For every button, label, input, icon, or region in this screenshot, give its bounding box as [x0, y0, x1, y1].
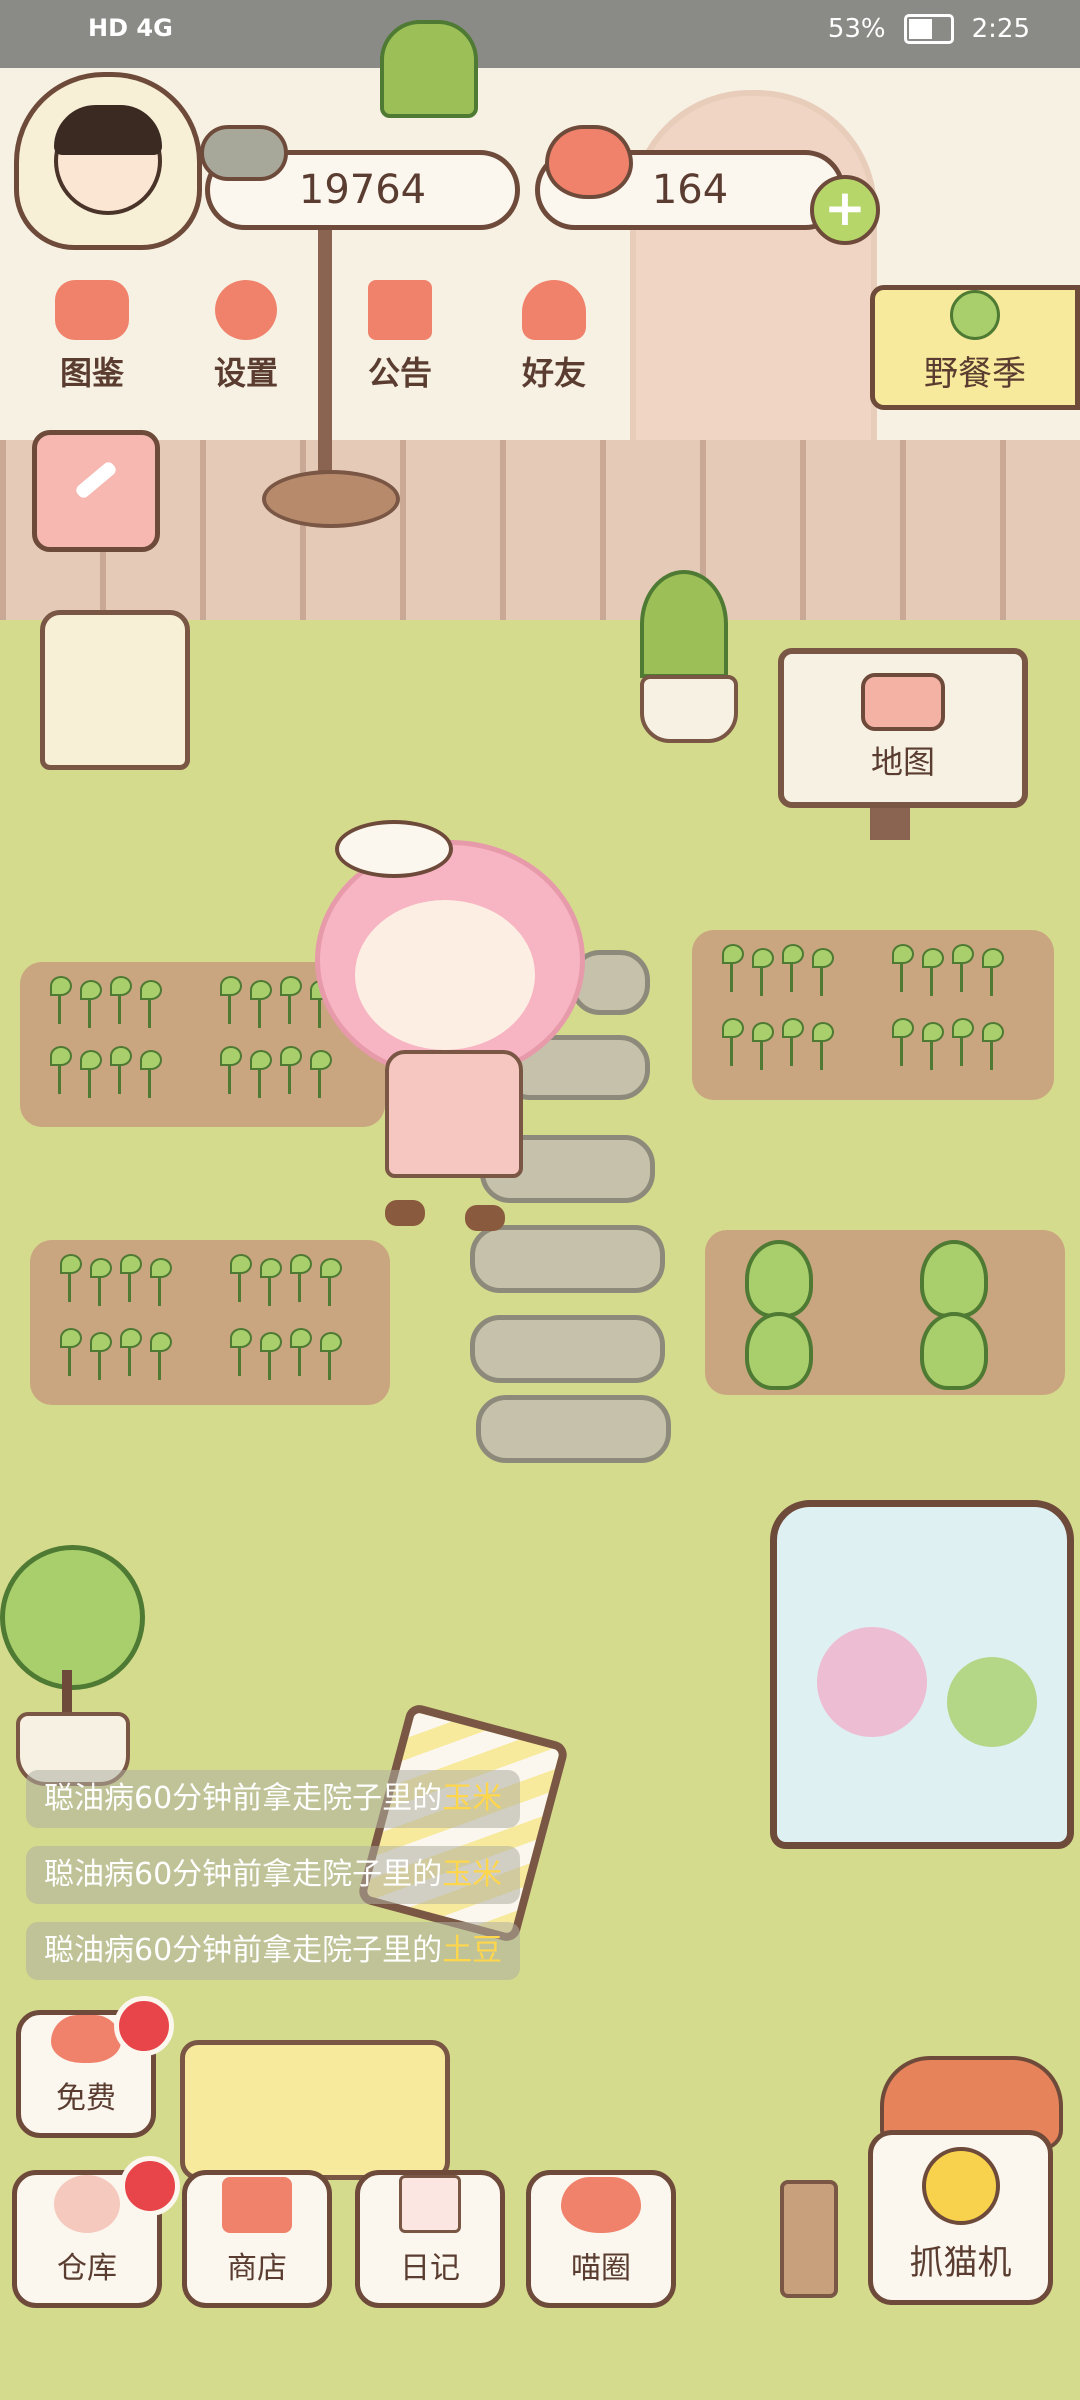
gift-icon	[368, 280, 432, 340]
top-menu: 图鉴 设置 公告 好友	[32, 280, 614, 394]
free-notification-badge	[114, 1996, 174, 2056]
birdhouse	[40, 610, 190, 770]
free-label: 免费	[56, 2081, 116, 2116]
character-shoe	[385, 1200, 425, 1226]
event-label: 野餐季	[924, 354, 1026, 394]
coat-stand-base	[262, 470, 400, 528]
menu-announcement[interactable]: 公告	[340, 280, 460, 394]
crop-bed-2[interactable]	[692, 930, 1054, 1100]
status-bar: HD 4G 53% 2:25	[0, 0, 1080, 68]
player-character[interactable]	[315, 820, 585, 1240]
fish-count: 19764	[298, 167, 427, 213]
character-shoe	[465, 1205, 505, 1231]
greenhouse-flowers	[817, 1627, 927, 1737]
heart-count: 164	[651, 167, 729, 213]
activity-message: 聪油病60分钟前拿走院子里的玉米	[26, 1846, 521, 1904]
friends-icon	[522, 280, 586, 340]
note-edit-button[interactable]	[32, 430, 160, 552]
battery-icon	[903, 14, 954, 44]
claw-icon	[921, 2147, 1000, 2225]
picnic-basket	[180, 2040, 450, 2180]
heart-gift-icon	[51, 2015, 121, 2063]
crop-bed-4[interactable]	[705, 1230, 1065, 1395]
shop-button[interactable]: 商店	[182, 2170, 332, 2308]
gear-icon	[215, 280, 277, 340]
flower-pot	[640, 675, 738, 743]
cat-book-icon	[55, 280, 129, 340]
player-avatar[interactable]	[14, 72, 202, 250]
add-hearts-button[interactable]: +	[810, 175, 880, 245]
storage-notification-badge	[120, 2156, 180, 2216]
menu-catalog[interactable]: 图鉴	[32, 280, 152, 394]
fish-icon	[200, 125, 288, 181]
stepping-stone	[476, 1395, 671, 1463]
menu-settings[interactable]: 设置	[186, 280, 306, 394]
activity-message: 聪油病60分钟前拿走院子里的土豆	[26, 1922, 521, 1980]
battery-percent: 53%	[827, 14, 886, 44]
fence-post	[780, 2180, 838, 2298]
shop-icon	[222, 2177, 292, 2233]
map-icon	[861, 673, 945, 731]
greenhouse[interactable]	[770, 1500, 1074, 1849]
storage-icon	[54, 2175, 120, 2233]
character-face	[355, 900, 535, 1050]
crop-bed-3[interactable]	[30, 1240, 390, 1405]
stepping-stone	[470, 1315, 665, 1383]
menu-friends[interactable]: 好友	[494, 280, 614, 394]
diary-button[interactable]: 日记	[355, 2170, 505, 2308]
map-sign[interactable]: 地图	[778, 648, 1028, 808]
picnic-event-banner[interactable]: 野餐季	[870, 285, 1080, 410]
cat-circle-button[interactable]: 喵圈	[526, 2170, 676, 2308]
character-dress	[385, 1050, 523, 1178]
network-indicator: HD 4G	[88, 14, 173, 42]
map-label: 地图	[870, 743, 935, 781]
apple-icon	[950, 290, 1000, 340]
avatar-face	[54, 105, 162, 215]
potted-flower	[640, 570, 728, 678]
claw-machine-button[interactable]: 抓猫机	[868, 2130, 1053, 2305]
clock: 2:25	[971, 14, 1030, 44]
hanging-plant	[380, 20, 478, 118]
yard-fence	[0, 440, 1080, 620]
cat-planet-icon	[561, 2177, 641, 2233]
character-hat	[335, 820, 453, 878]
house-door	[630, 90, 877, 462]
pencil-icon	[73, 459, 119, 501]
activity-message: 聪油病60分钟前拿走院子里的玉米	[26, 1770, 521, 1828]
potted-tree	[0, 1545, 145, 1690]
heart-icon	[545, 125, 633, 199]
diary-icon	[399, 2175, 461, 2233]
